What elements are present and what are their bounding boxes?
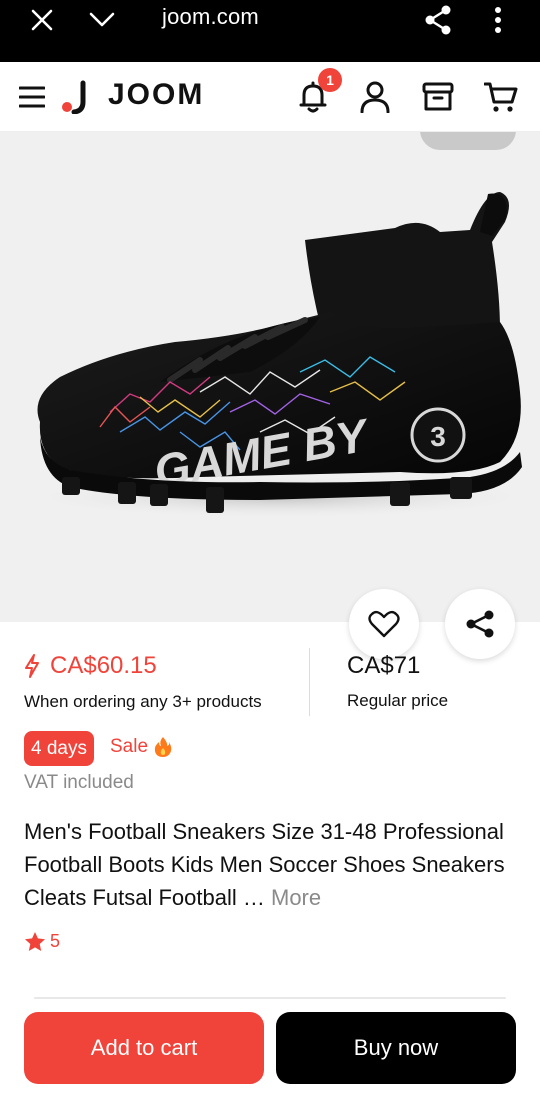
regular-price-label: Regular price	[347, 691, 449, 710]
image-counter-pill	[420, 132, 516, 150]
lightning-icon	[25, 654, 39, 678]
football-boot-image: GAME BY 3	[20, 192, 540, 519]
menu-icon[interactable]	[14, 62, 50, 132]
share-button[interactable]	[445, 589, 515, 659]
product-title-text: Men's Football Sneakers Size 31-48 Profe…	[24, 819, 505, 910]
price-divider	[309, 648, 310, 716]
url-text[interactable]: joom.com	[162, 4, 259, 30]
rating[interactable]: 5	[24, 931, 60, 952]
fire-icon	[154, 737, 172, 757]
app-header: JOOM	[0, 62, 540, 132]
close-icon[interactable]	[22, 0, 62, 40]
more-vert-icon[interactable]	[478, 0, 518, 40]
regular-price-value: CA$71	[347, 652, 421, 679]
rating-value: 5	[50, 931, 61, 951]
star-icon	[25, 932, 45, 951]
share-icon[interactable]	[418, 0, 458, 40]
logo-wordmark[interactable]: JOOM	[108, 78, 204, 112]
days-left-badge: 4 days	[24, 731, 94, 766]
cart-icon[interactable]	[480, 62, 522, 132]
orders-icon[interactable]	[418, 62, 458, 132]
buy-now-button[interactable]: Buy now	[276, 1012, 516, 1084]
sale-label: Sale	[110, 736, 172, 758]
browser-bar: joom.com	[0, 0, 540, 62]
discounted-price-value: CA$60.15	[50, 652, 157, 679]
notification-badge: 1	[318, 68, 342, 92]
chevron-down-icon[interactable]	[82, 0, 122, 40]
discount-condition: When ordering any 3+ products	[24, 692, 262, 711]
discounted-price: CA$60.15	[24, 652, 157, 680]
product-title[interactable]: Men's Football Sneakers Size 31-48 Profe…	[24, 815, 518, 914]
more-link[interactable]: More	[271, 885, 321, 910]
heart-icon	[368, 610, 400, 638]
divider	[34, 997, 506, 999]
share-icon	[466, 610, 494, 638]
joom-logo-icon[interactable]	[58, 62, 92, 132]
boot-number-text: 3	[430, 421, 446, 452]
sale-text: Sale	[110, 736, 149, 757]
product-image[interactable]: GAME BY 3	[0, 132, 540, 622]
favorite-button[interactable]	[349, 589, 419, 659]
add-to-cart-button[interactable]: Add to cart	[24, 1012, 264, 1084]
vat-note: VAT included	[24, 772, 134, 793]
profile-icon[interactable]	[356, 62, 394, 132]
